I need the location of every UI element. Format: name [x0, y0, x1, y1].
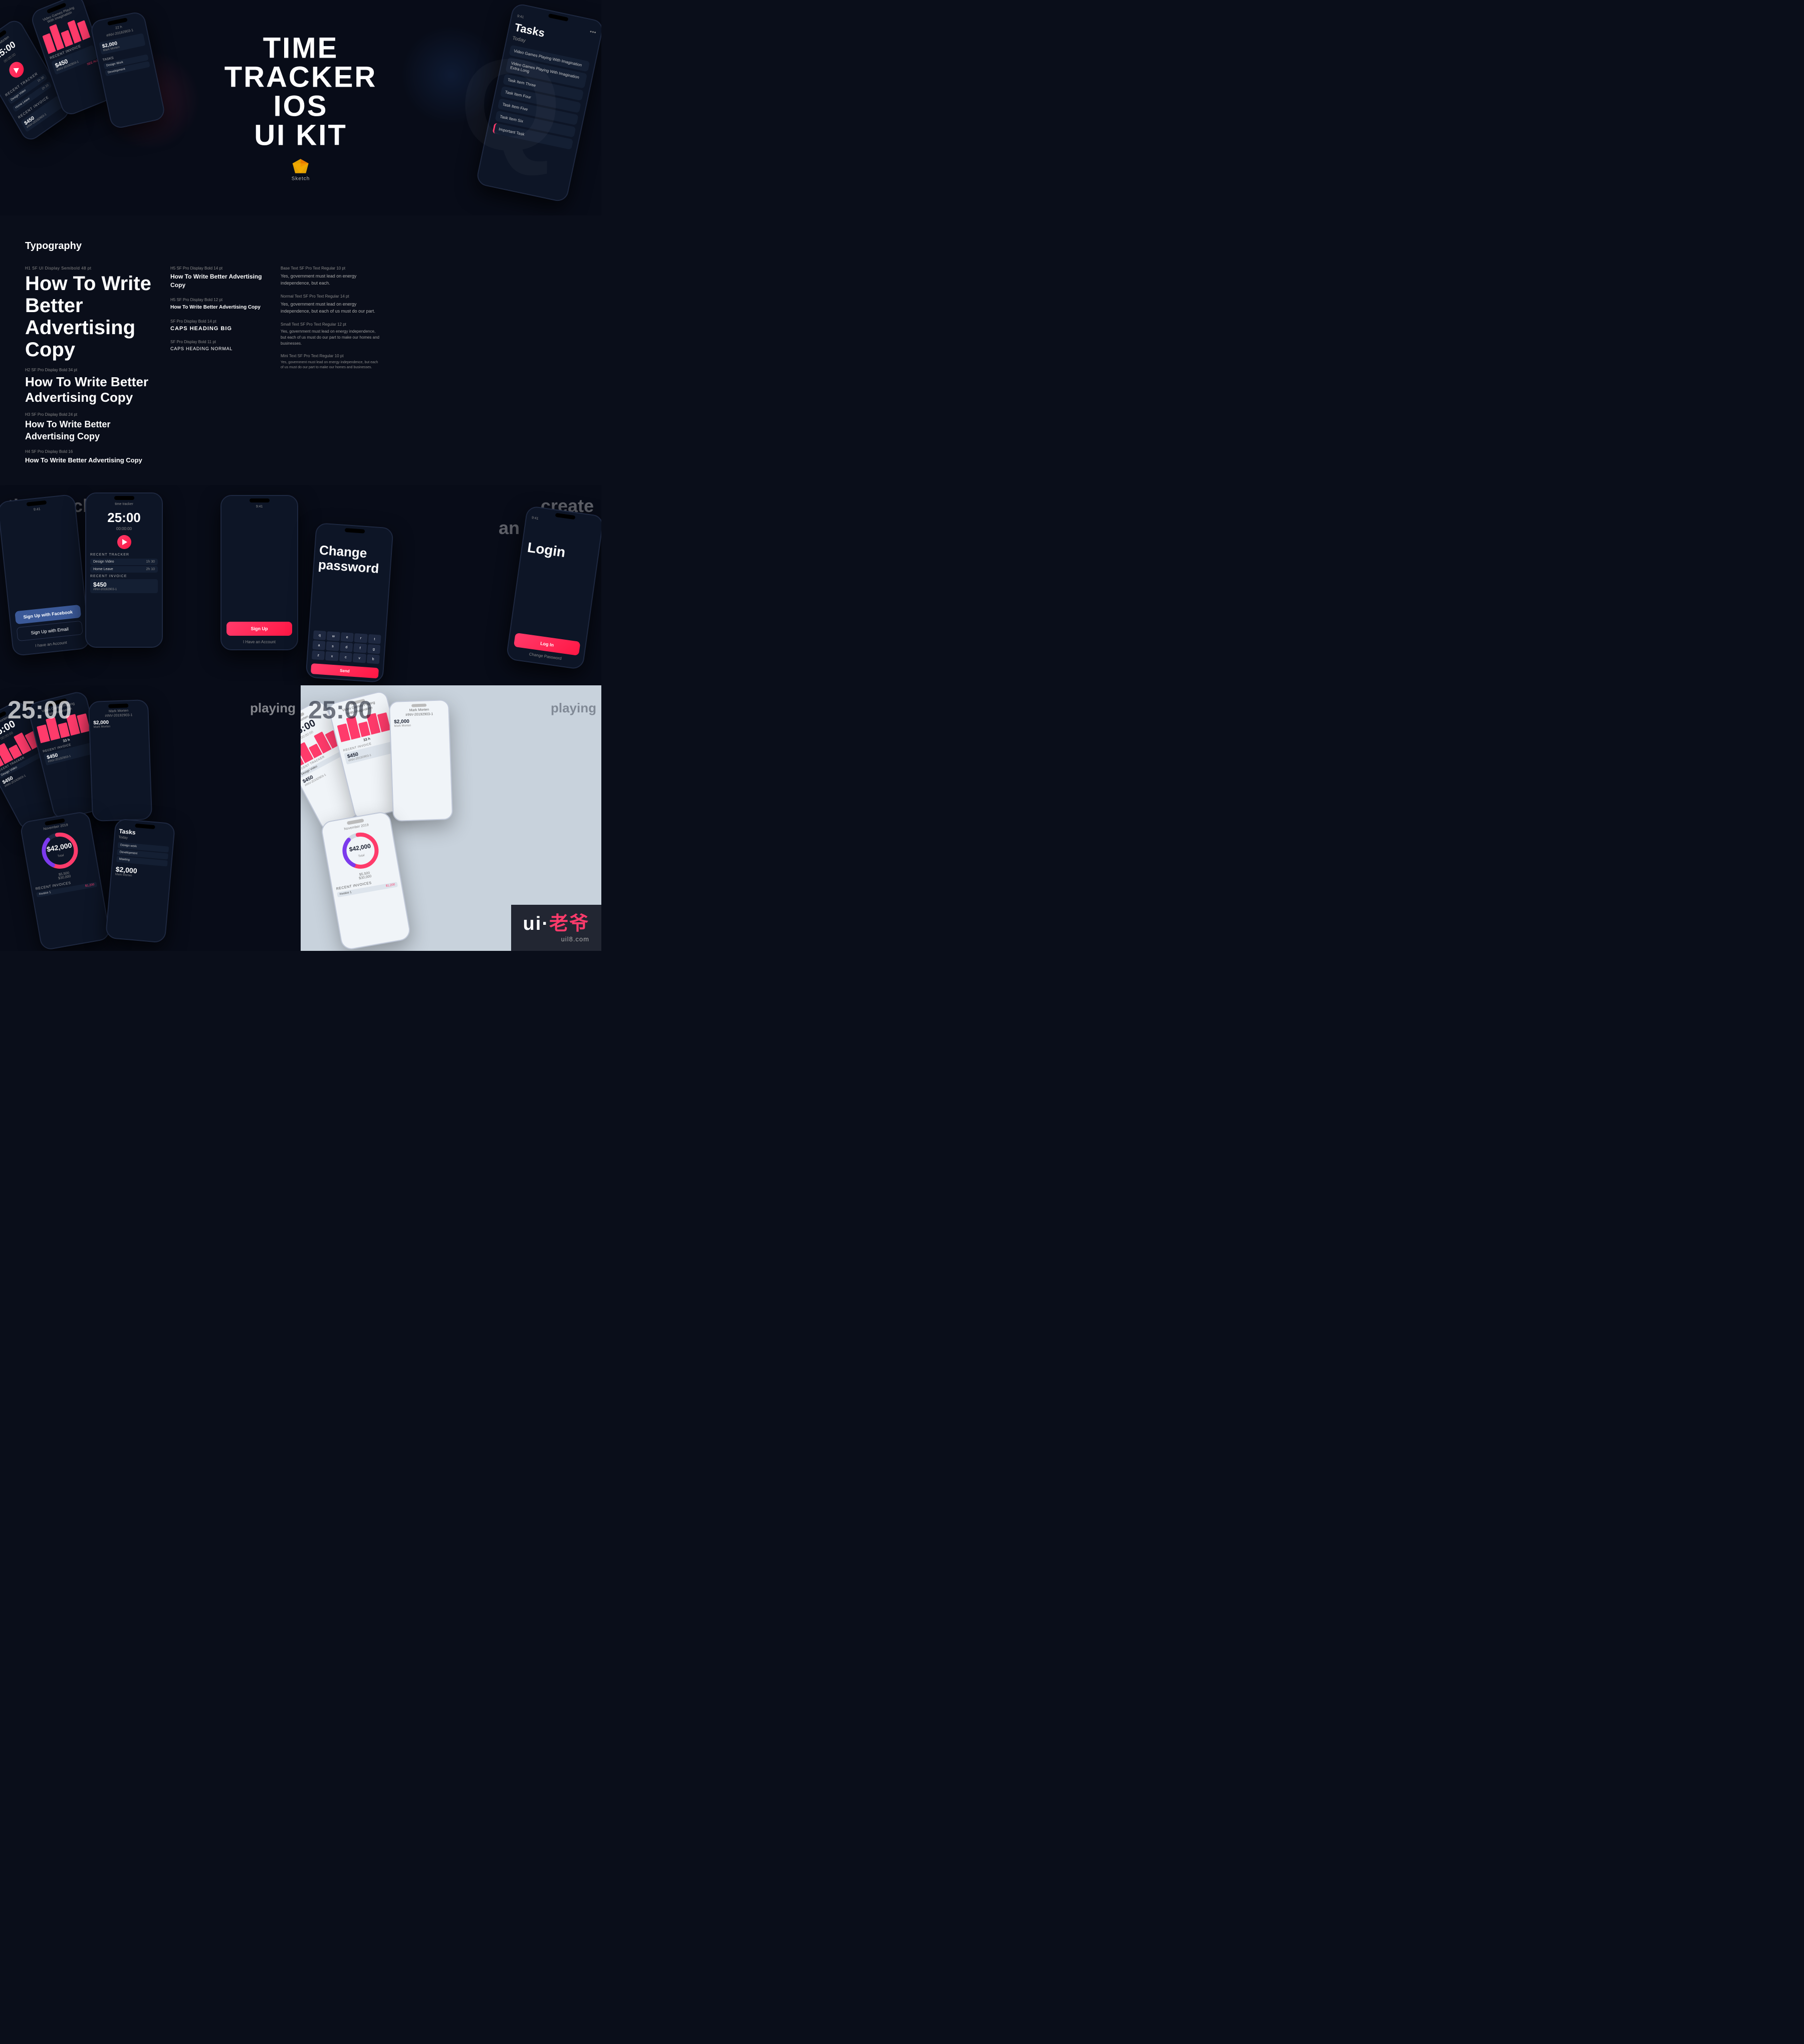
notch: [114, 496, 134, 500]
col3-normal-label: Normal Text SF Pro Text Regular 14 pt: [281, 294, 381, 299]
h1-text: How To Write Better Advertising Copy: [25, 273, 155, 361]
col3-mini-text: Yes, government must lead on energy inde…: [281, 360, 381, 371]
playing-overlay: playing: [250, 700, 296, 716]
title-line3: IOS: [274, 90, 328, 123]
col3-small-text: Yes, government must lead on energy inde…: [281, 329, 381, 347]
title-line1: TIME: [263, 32, 339, 65]
title-line4: UI KIT: [254, 119, 347, 152]
h3-text: How To Write Better Advertising Copy: [25, 419, 155, 442]
col2-h2-text: How To Write Better Advertising Copy: [170, 304, 266, 311]
watermark: ui·老爷 uil8.com: [511, 905, 601, 951]
col3-mini-label: Mini Text SF Pro Text Regular 10 pt: [281, 354, 381, 358]
playing-overlay-right: playing: [551, 700, 596, 716]
col3-base-text: Yes, government must lead on energy inde…: [281, 273, 381, 287]
col2-caps-normal-text: CAPS HEADING NORMAL: [170, 346, 266, 351]
hero-section: Mark Morten 25:00 00:00:00 RECENT TRACKE…: [0, 0, 601, 215]
q-watermark: Q: [460, 40, 561, 170]
page: Mark Morten 25:00 00:00:00 RECENT TRACKE…: [0, 0, 601, 951]
hero-phone-3: 22 h #INV-20192903-1 $2,000 Mark Morten …: [89, 11, 166, 130]
watermark-text: ui·老爷: [523, 913, 589, 934]
section-label-typography: Typography: [25, 240, 576, 252]
h2-label: H2 SF Pro Display Bold 34 pt: [25, 368, 155, 372]
col3-base-label: Base Text SF Pro Text Regular 10 pt: [281, 266, 381, 271]
typography-grid: H1 SF UI Display Semibold 48 pt How To W…: [25, 266, 576, 465]
typo-col-3: Base Text SF Pro Text Regular 10 pt Yes,…: [281, 266, 381, 371]
timer-display: 25:00: [90, 510, 158, 526]
bottom-section: 25:00 playing Mark Morten 25:00 00:00:00: [0, 685, 601, 951]
col2-h2-label: H5 SF Pro Display Bold 12 pt: [170, 298, 266, 302]
sketch-icon: [292, 158, 310, 174]
notch: [250, 498, 270, 502]
h2-text: How To Write Better Advertising Copy: [25, 374, 155, 405]
typo-col-1: H1 SF UI Display Semibold 48 pt How To W…: [25, 266, 155, 465]
sketch-badge: Sketch: [224, 158, 377, 182]
h4-label: H4 SF Pro Display Bold 16: [25, 449, 155, 454]
col2-h1-text: How To Write Better Advertising Copy: [170, 273, 266, 290]
title-line2: TRACKER: [224, 61, 377, 94]
col3-small-label: Small Text SF Pro Text Regular 12 pt: [281, 322, 381, 327]
login-title: Login: [526, 540, 593, 565]
timer-overlay-right: 25:00: [308, 695, 372, 724]
h4-text: How To Write Better Advertising Copy: [25, 456, 155, 465]
account-link[interactable]: I Have an Account: [227, 640, 292, 644]
bottom-light-circle-phone: November 2019 $42,000 Total $5,500 $30,0…: [320, 811, 411, 951]
h1-label: H1 SF UI Display Semibold 48 pt: [25, 266, 155, 271]
col2-caps-normal-label: SF Pro Display Bold 11 pt: [170, 340, 266, 344]
col3-normal-text: Yes, government must lead on energy inde…: [281, 301, 381, 315]
change-pwd-title: Changepassword: [318, 543, 387, 576]
change-password-phone: Changepassword q w e r t a s d: [305, 523, 393, 683]
svg-text:Total: Total: [358, 854, 365, 858]
auth-section: time tracker tracking is easy create an …: [0, 485, 601, 685]
send-button[interactable]: Send: [311, 663, 379, 678]
hero-phones-group: Mark Morten 25:00 00:00:00 RECENT TRACKE…: [0, 0, 236, 215]
svg-text:$42,000: $42,000: [46, 841, 73, 854]
bottom-left-dark: 25:00 playing Mark Morten 25:00 00:00:00: [0, 685, 301, 951]
svg-text:Total: Total: [58, 854, 65, 858]
circle-chart-light: $42,000 Total: [337, 828, 384, 874]
svg-text:$42,000: $42,000: [349, 843, 371, 853]
have-account-link[interactable]: I have an Account: [18, 639, 84, 650]
tracker-home-phone: time tracker 25:00 00:00:00 RECENT TRACK…: [85, 492, 163, 648]
col2-caps-big-label: SF Pro Display Bold 14 pt: [170, 319, 266, 324]
sketch-label: Sketch: [292, 176, 310, 182]
bottom-dark-phone-3: Mark Morten #INV-20192903-1 $2,000 Mark …: [88, 699, 152, 822]
circle-chart: $42,000 Total: [37, 828, 83, 874]
hero-title: TIME TRACKER IOS UI KIT Sketch: [224, 34, 377, 182]
col2-h1-label: H5 SF Pro Display Bold 14 pt: [170, 266, 266, 271]
bottom-right-light: 25:00 playing Mark Morten 25:00 00:00:00: [301, 685, 601, 951]
typo-col-2: H5 SF Pro Display Bold 14 pt How To Writ…: [170, 266, 266, 351]
watermark-url: uil8.com: [523, 935, 589, 943]
typography-section: Typography H1 SF UI Display Semibold 48 …: [0, 215, 601, 485]
signup-button[interactable]: Sign Up: [227, 622, 292, 636]
bottom-tasks-phone: Tasks Today Design work Development Meet…: [105, 819, 175, 944]
signup-form-phone: 9:41 Sign Up I Have an Account: [220, 495, 298, 650]
bottom-light-phone-3: Mark Morten #INV-20192903-1 $2,000 Mark …: [389, 699, 453, 822]
h3-label: H3 SF Pro Display Bold 24 pt: [25, 412, 155, 417]
email-signup-button[interactable]: Sign Up with Email: [17, 621, 83, 642]
col2-caps-big-text: CAPS HEADING BIG: [170, 326, 266, 332]
bottom-circle-phone: November 2019 $42,000 Total $5,500 $30,0…: [19, 811, 111, 951]
timer-overlay-left: 25:00: [8, 695, 72, 724]
